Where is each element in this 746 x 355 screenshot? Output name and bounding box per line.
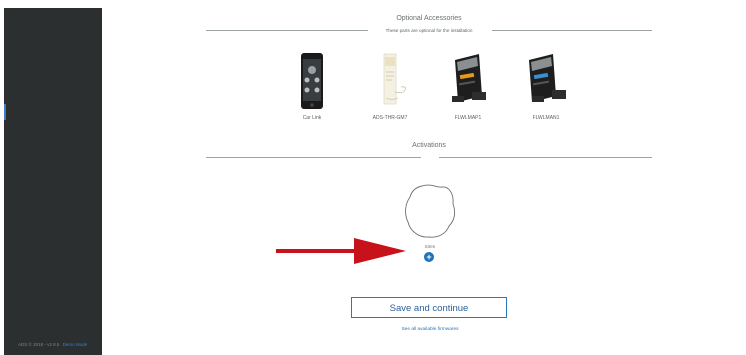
- module-box-icon: [452, 54, 486, 102]
- plus-circle-icon[interactable]: +: [424, 252, 434, 262]
- sidebar: ADS © 2018 - v2.8.5 Demo Mode: [4, 8, 102, 355]
- accessory-label: Car Link: [302, 115, 322, 121]
- sidebar-footer-text: ADS © 2018 - v2.8.5: [18, 342, 60, 347]
- module-box-icon: [529, 54, 566, 102]
- arrow-icon: [276, 238, 406, 264]
- siren-icon: [405, 184, 456, 238]
- activation-label: Siren: [424, 244, 436, 249]
- module-box-icon: [383, 53, 406, 105]
- smartphone-icon: [301, 53, 323, 109]
- sidebar-footer: ADS © 2018 - v2.8.5 Demo Mode: [18, 342, 87, 347]
- divider-right: [439, 157, 652, 158]
- sidebar-active-marker: [4, 104, 6, 120]
- accessory-label: ADS-THR-GM7: [372, 115, 408, 121]
- accessory-label: FLWLMAP1: [454, 115, 482, 121]
- see-firmwares-link[interactable]: See all available firmwares: [330, 327, 530, 332]
- accessories-title: Optional Accessories: [396, 15, 462, 22]
- divider-left: [206, 157, 421, 158]
- demo-mode-link[interactable]: Demo Mode: [63, 342, 88, 347]
- save-and-continue-button[interactable]: Save and continue: [351, 297, 507, 318]
- activations-title: Activations: [412, 142, 446, 149]
- accessories-subtitle: These parts are optional for the install…: [385, 28, 473, 33]
- accessory-label: FLWLMAN1: [532, 115, 560, 121]
